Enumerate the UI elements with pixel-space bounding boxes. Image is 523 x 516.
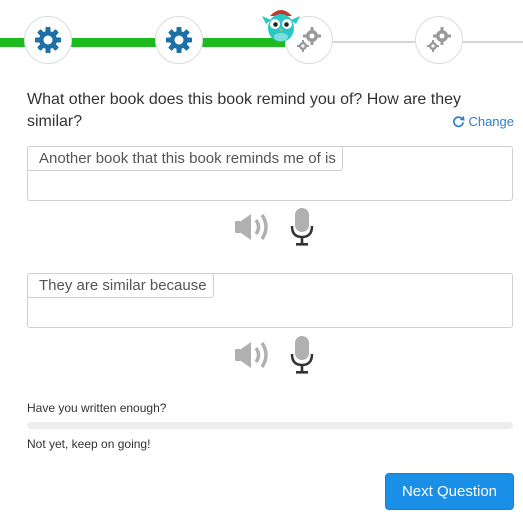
microphone-icon[interactable]	[289, 207, 315, 247]
gear-icon	[166, 27, 192, 53]
answer-box-2[interactable]: They are similar because	[27, 273, 513, 328]
answer-tools-1	[233, 207, 315, 247]
progress-track	[0, 0, 523, 80]
speaker-icon[interactable]	[233, 208, 275, 246]
answer-prompt-1: Another book that this book reminds me o…	[27, 146, 343, 171]
owl-icon	[262, 4, 300, 42]
answer-prompt-2: They are similar because	[27, 273, 214, 298]
next-question-button[interactable]: Next Question	[385, 473, 514, 510]
question-text: What other book does this book remind yo…	[27, 91, 462, 130]
written-enough-meter	[27, 422, 513, 429]
change-label: Change	[468, 114, 514, 129]
answer-tools-2	[233, 335, 315, 375]
microphone-icon[interactable]	[289, 335, 315, 375]
change-question-link[interactable]: Change	[452, 114, 514, 129]
step-4[interactable]	[415, 16, 463, 64]
answer-box-1[interactable]: Another book that this book reminds me o…	[27, 146, 513, 201]
refresh-icon	[453, 116, 466, 128]
written-enough-label: Have you written enough?	[27, 401, 167, 415]
speaker-icon[interactable]	[233, 336, 275, 374]
gears-icon	[427, 27, 451, 52]
step-1[interactable]	[24, 16, 72, 64]
written-enough-status: Not yet, keep on going!	[27, 437, 151, 451]
gear-icon	[35, 27, 61, 53]
step-2[interactable]	[155, 16, 203, 64]
